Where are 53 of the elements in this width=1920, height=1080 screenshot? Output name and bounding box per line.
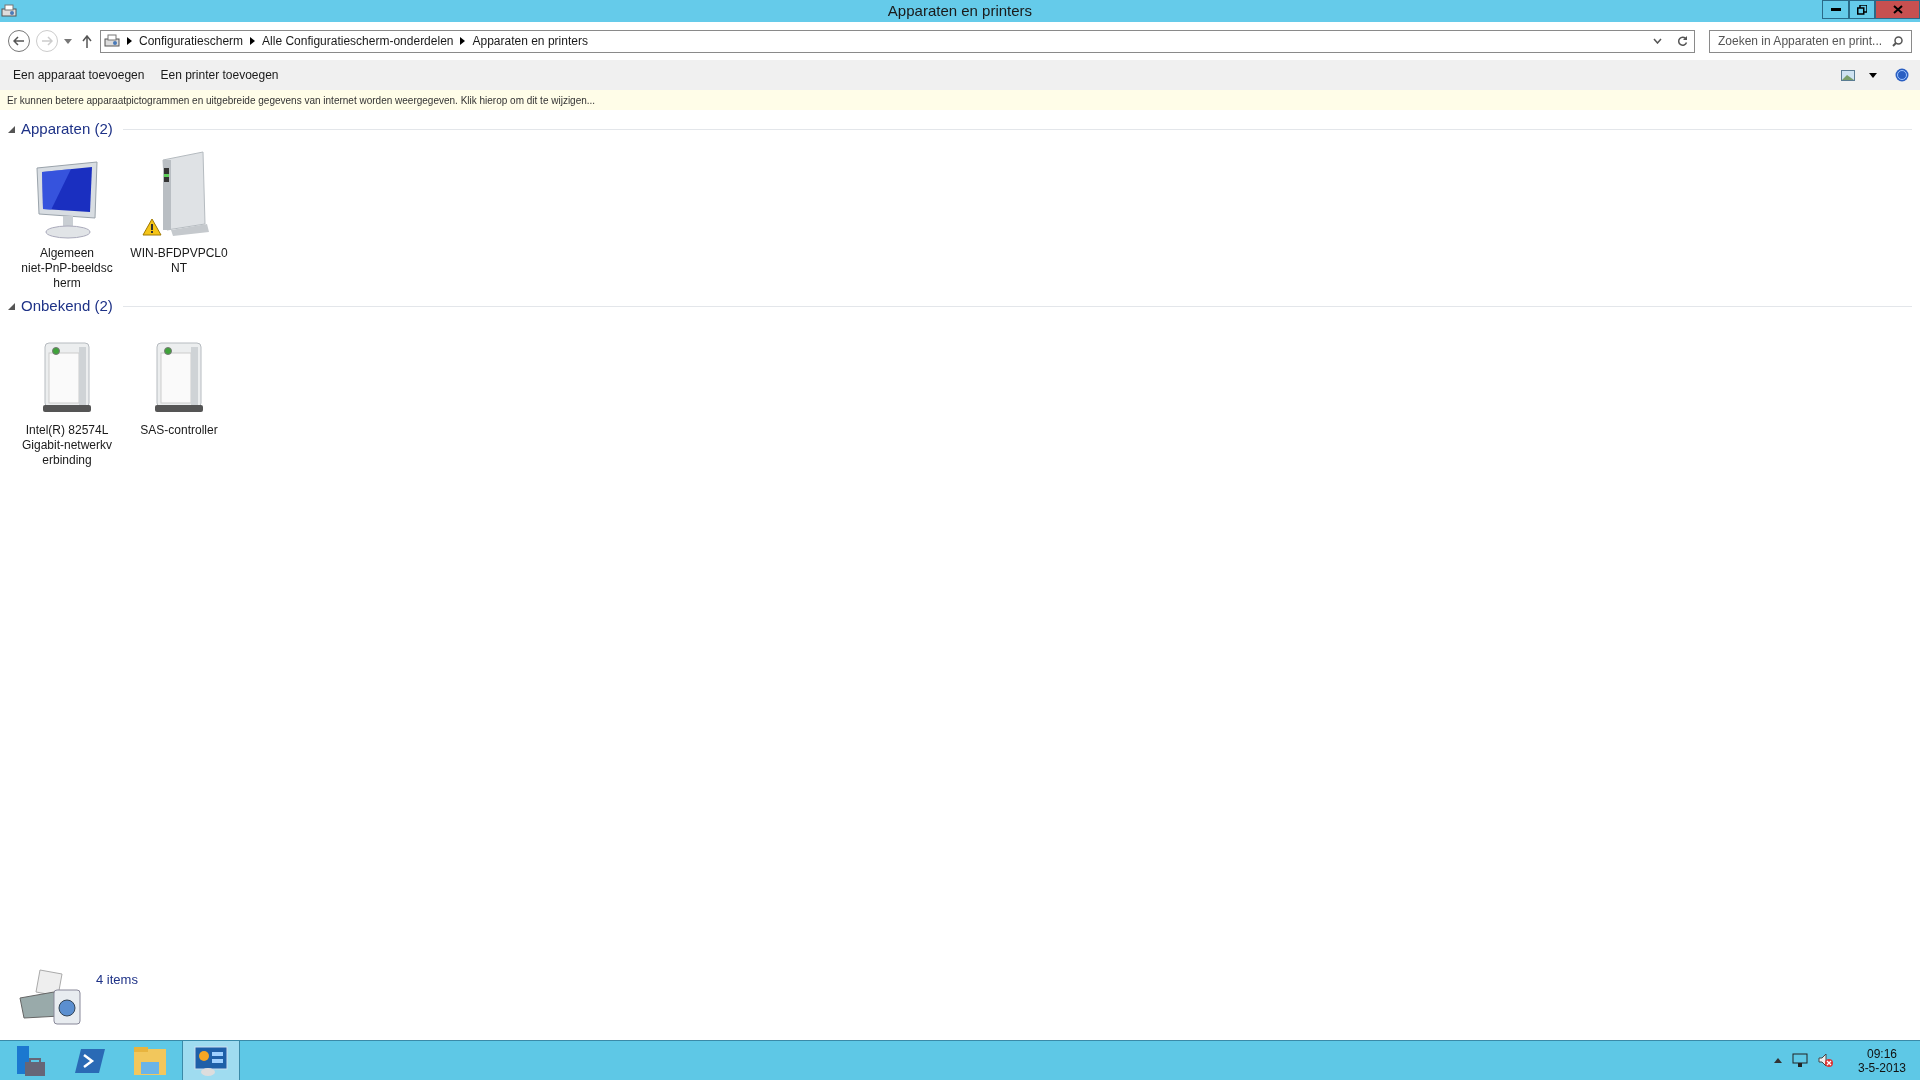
restore-icon [1857,4,1867,15]
device-tile[interactable]: Intel(R) 82574L Gigabit-netwerkv erbinding [12,321,122,468]
clock-time[interactable]: 09:16 [1866,1046,1897,1061]
show-hidden-icons-caret[interactable] [1773,1058,1782,1063]
breadcrumb[interactable]: Configuratiescherm [139,32,244,50]
toolbar-button[interactable]: Een printer toevoegen [152,63,287,87]
speaker-muted-icon[interactable] [1817,1053,1834,1068]
search-icon [1892,35,1903,47]
control-panel-icon [194,1044,228,1077]
toolbar-button[interactable]: Een apparaat toevoegen [5,63,153,87]
printer-camera-icon [18,968,82,1026]
close-icon [1892,5,1903,14]
up-arrow-icon[interactable] [82,34,92,48]
device-label: Intel(R) 82574L Gigabit-netwerkv erbinding [21,423,112,468]
device-tile[interactable]: WIN-BFDPVPCL0 NT [124,144,234,291]
device-tile[interactable]: SAS-controller [124,321,234,468]
dropdown-caret-icon[interactable] [1869,72,1877,78]
collapse-triangle-icon[interactable] [8,125,15,133]
restore-button[interactable] [1849,0,1875,19]
powershell-icon [75,1046,105,1075]
search-input[interactable]: Zoeken in Apparaten en print... [1718,32,1892,50]
address-field[interactable]: Configuratiescherm Alle Configuratiescherm-onderdelen Apparaten en printers [100,29,1695,53]
folder-icon [133,1045,167,1076]
help-icon[interactable] [1895,68,1909,82]
device-label: WIN-BFDPVPCL0 NT [130,246,228,276]
back-arrow-icon [13,36,25,46]
chevron-right-icon[interactable] [250,37,256,45]
breadcrumb[interactable]: Apparaten en printers [472,32,588,50]
refresh-icon[interactable] [1677,35,1688,47]
minimize-icon [1830,7,1841,12]
group-header[interactable]: Onbekend (2) [21,294,113,318]
taskbar-button[interactable] [182,1041,240,1080]
breadcrumb[interactable]: Alle Configuratiescherm-onderdelen [262,32,454,50]
device-label: SAS-controller [140,423,218,438]
chevron-right-icon[interactable] [460,37,466,45]
printer-icon [104,34,120,48]
view-picture-icon[interactable] [1841,69,1855,81]
device-label: Algemeen niet-PnP-beeldsc herm [21,246,113,291]
clock-date[interactable]: 3-5-2013 [1857,1060,1906,1075]
forward-arrow-icon [41,36,53,46]
window-title: Apparaten en printers [886,0,1034,21]
close-button[interactable] [1875,0,1920,19]
item-count: 4 items [96,971,138,989]
group-header[interactable]: Apparaten (2) [21,117,113,141]
search-field[interactable]: Zoeken in Apparaten en print... [1709,29,1912,53]
network-icon[interactable] [1791,1053,1808,1068]
device-tile[interactable]: Algemeen niet-PnP-beeldsc herm [12,144,122,291]
info-bar-message[interactable]: Er kunnen betere apparaatpictogrammen en uitgebreide gegevens van internet worden weergegeven. Klik hierop om dit te wijzigen... [7,95,596,106]
printer-icon [1,4,17,18]
chevron-right-icon[interactable] [127,37,132,45]
dropdown-chevron-icon[interactable] [1653,38,1662,44]
collapse-triangle-icon[interactable] [8,302,15,310]
minimize-button[interactable] [1822,0,1849,19]
